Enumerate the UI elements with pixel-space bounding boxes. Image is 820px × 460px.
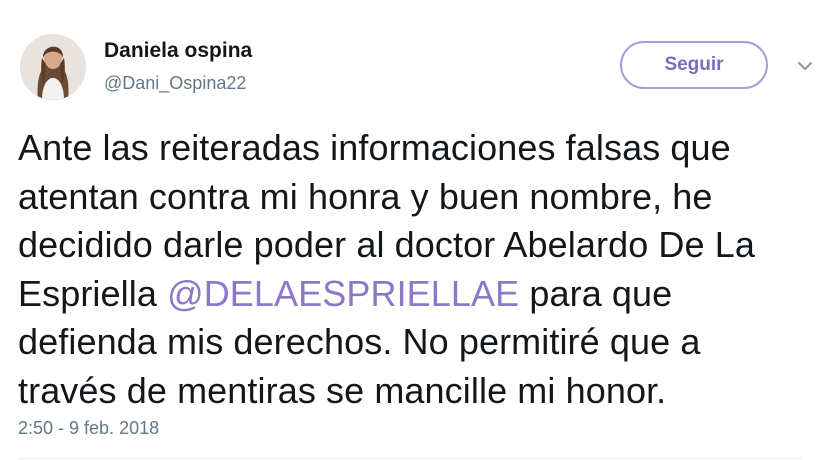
follow-button[interactable]: Seguir xyxy=(620,41,768,89)
divider xyxy=(18,458,802,459)
chevron-down-icon[interactable] xyxy=(794,55,816,77)
tweet-timestamp[interactable]: 2:50 - 9 feb. 2018 xyxy=(18,418,159,439)
tweet-text: Ante las reiteradas informaciones falsas… xyxy=(18,124,808,415)
author-display-name[interactable]: Daniela ospina xyxy=(104,38,252,64)
mention-link[interactable]: @DELAESPRIELLAE xyxy=(167,273,519,314)
author-avatar[interactable] xyxy=(20,34,86,100)
avatar-image xyxy=(20,34,86,100)
author-handle[interactable]: @Dani_Ospina22 xyxy=(104,72,246,94)
